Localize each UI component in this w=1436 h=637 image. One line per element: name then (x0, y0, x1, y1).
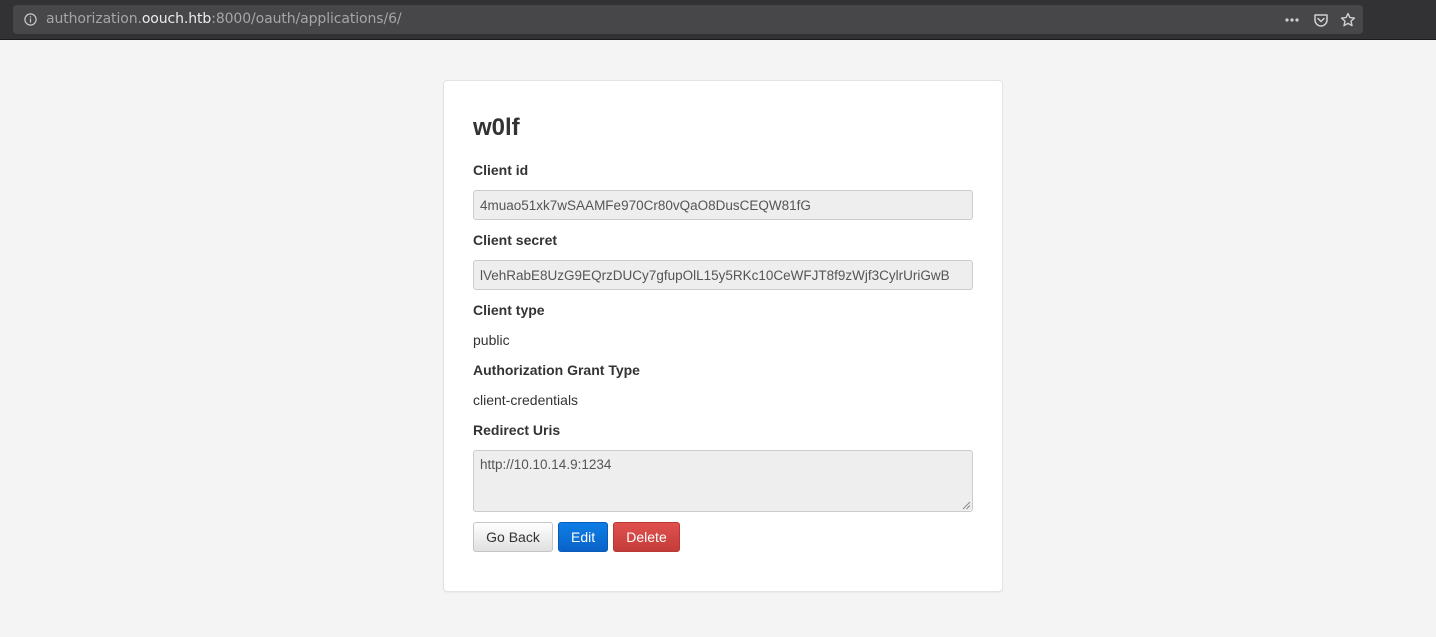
pocket-icon[interactable] (1313, 12, 1329, 28)
client-type-value: public (473, 332, 510, 348)
client-secret-label: Client secret (473, 232, 558, 248)
grant-type-value: client-credentials (473, 392, 579, 408)
url-suffix: :8000/oauth/applications/6/ (211, 11, 402, 27)
more-icon[interactable] (1284, 12, 1300, 28)
resize-grip-icon[interactable] (961, 500, 971, 510)
browser-toolbar: authorization.oouch.htb:8000/oauth/appli… (0, 0, 1436, 40)
url-text[interactable]: authorization.oouch.htb:8000/oauth/appli… (46, 11, 402, 27)
client-id-field[interactable] (473, 190, 973, 220)
application-panel: w0lf Client id Client secret Client type… (443, 80, 1003, 592)
grant-type-label: Authorization Grant Type (473, 362, 640, 378)
client-id-label: Client id (473, 162, 529, 178)
go-back-button[interactable]: Go Back (473, 522, 553, 552)
edit-button[interactable]: Edit (558, 522, 608, 552)
info-icon[interactable] (24, 13, 37, 26)
star-icon[interactable] (1340, 12, 1356, 28)
client-type-label: Client type (473, 302, 545, 318)
address-bar[interactable]: authorization.oouch.htb:8000/oauth/appli… (13, 5, 1363, 34)
redirect-uris-label: Redirect Uris (473, 422, 561, 438)
url-host: oouch.htb (141, 11, 212, 27)
redirect-uris-field[interactable]: http://10.10.14.9:1234 (473, 450, 973, 512)
app-name-heading: w0lf (473, 114, 520, 141)
url-prefix: authorization. (46, 11, 142, 27)
client-secret-field[interactable] (473, 260, 973, 290)
delete-button[interactable]: Delete (613, 522, 680, 552)
